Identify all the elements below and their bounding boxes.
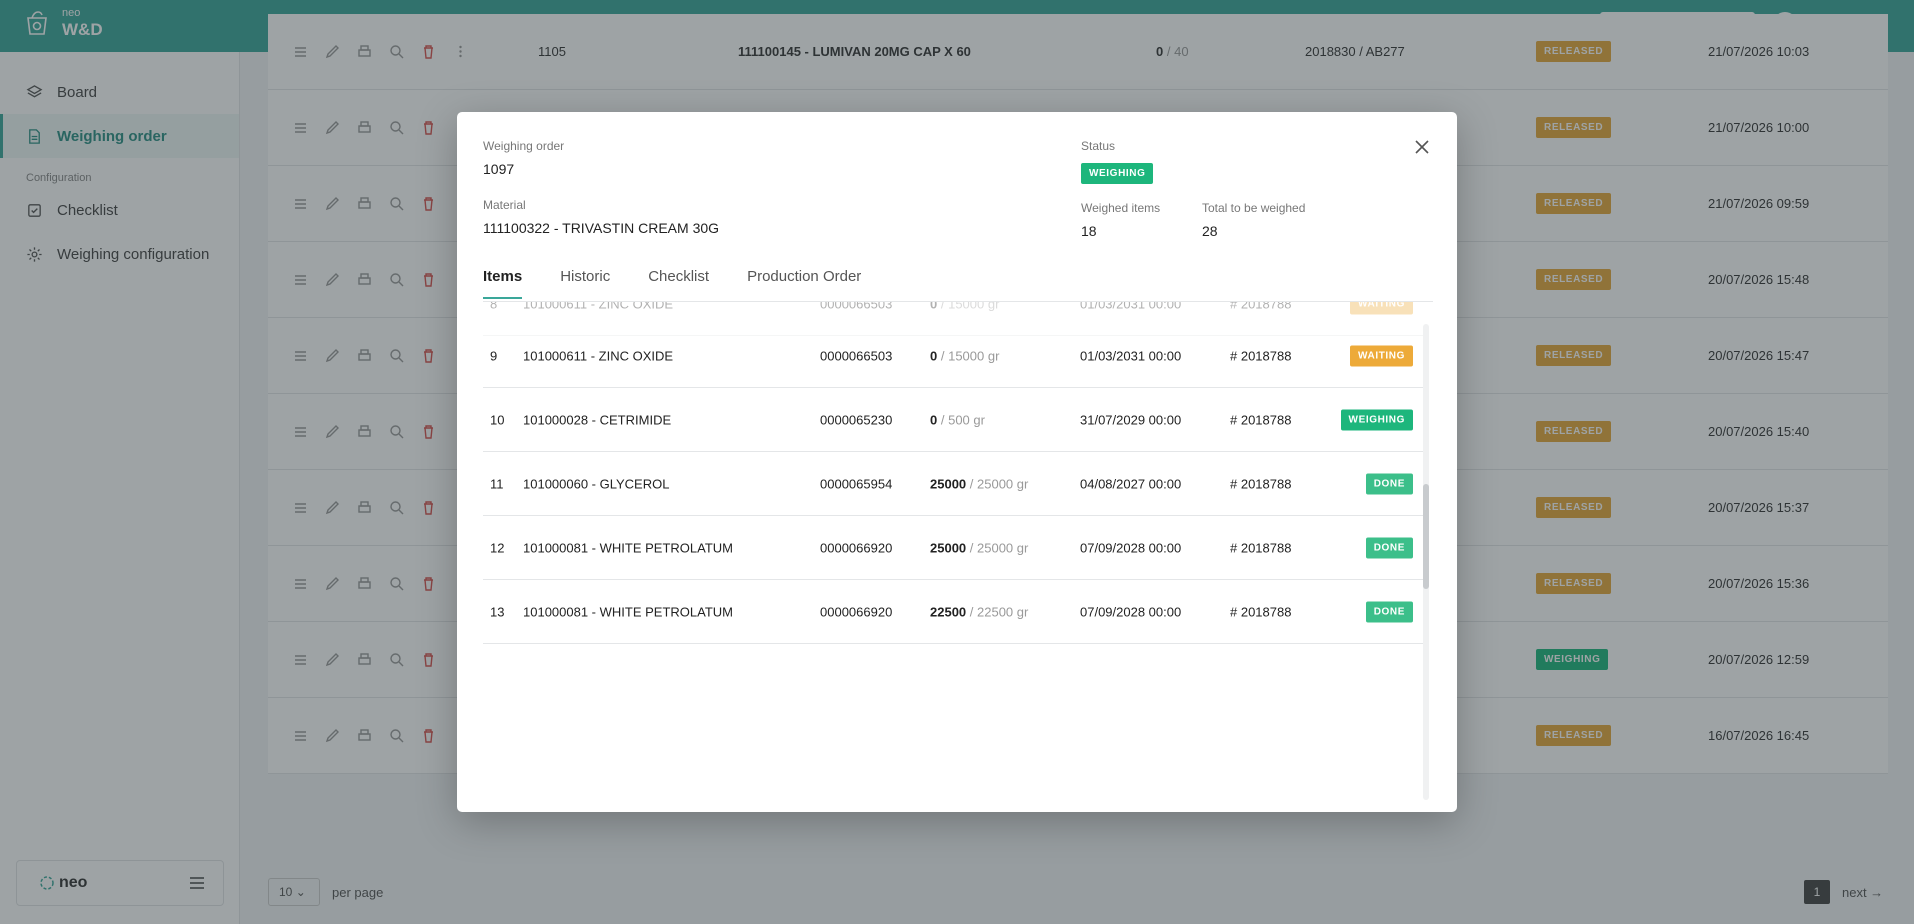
item-expiry: 07/09/2028 00:00	[1080, 540, 1182, 555]
item-number: 10	[490, 412, 505, 427]
item-quantity: 25000 / 25000 gr	[930, 476, 1029, 491]
list-item[interactable]: 11 101000060 - GLYCEROL 0000065954 25000…	[483, 452, 1423, 516]
material-value: 111100322 - TRIVASTIN CREAM 30G	[483, 220, 720, 236]
item-number: 11	[490, 476, 504, 491]
item-material: 101000611 - ZINC OXIDE	[523, 348, 674, 363]
scrollbar-thumb[interactable]	[1423, 484, 1429, 589]
total-to-weigh-value: 28	[1202, 223, 1218, 239]
item-number: 9	[490, 348, 498, 363]
items-list[interactable]: 8 101000611 - ZINC OXIDE 0000066503 0 / …	[483, 302, 1423, 772]
total-to-weigh-label: Total to be weighed	[1202, 201, 1306, 215]
item-quantity: 0 / 15000 gr	[930, 348, 1000, 363]
weighed-items-value: 18	[1081, 223, 1097, 239]
item-batch: 0000066920	[820, 540, 893, 555]
item-number: 12	[490, 540, 505, 555]
item-batch: 0000066920	[820, 604, 893, 619]
item-material: 101000060 - GLYCEROL	[523, 476, 670, 491]
items-scrollbar[interactable]	[1423, 324, 1429, 800]
item-quantity: 0 / 15000 gr	[930, 302, 1000, 311]
list-item[interactable]: 10 101000028 - CETRIMIDE 0000065230 0 / …	[483, 388, 1423, 452]
close-icon[interactable]	[1412, 137, 1432, 157]
weighed-items-label: Weighed items	[1081, 201, 1161, 215]
tab-checklist[interactable]: Checklist	[648, 268, 709, 299]
item-status-badge: WEIGHING	[1340, 409, 1413, 430]
item-status-badge: DONE	[1365, 601, 1413, 622]
item-reference: # 2018788	[1230, 412, 1292, 427]
item-reference: # 2018788	[1230, 540, 1292, 555]
item-status-badge: DONE	[1365, 473, 1413, 494]
material-label: Material	[483, 198, 526, 212]
item-batch: 0000065954	[820, 476, 893, 491]
item-material: 101000611 - ZINC OXIDE	[523, 302, 674, 311]
order-value: 1097	[483, 161, 515, 177]
item-expiry: 07/09/2028 00:00	[1080, 604, 1182, 619]
item-reference: # 2018788	[1230, 348, 1292, 363]
item-batch: 0000066503	[820, 302, 893, 311]
list-item[interactable]: 13 101000081 - WHITE PETROLATUM 00000669…	[483, 580, 1423, 644]
item-batch: 0000065230	[820, 412, 893, 427]
modal-tabs: Items Historic Checklist Production Orde…	[483, 268, 861, 299]
item-reference: # 2018788	[1230, 302, 1292, 311]
item-material: 101000028 - CETRIMIDE	[523, 412, 672, 427]
item-expiry: 04/08/2027 00:00	[1080, 476, 1182, 491]
item-quantity: 25000 / 25000 gr	[930, 540, 1029, 555]
status-label: Status	[1081, 139, 1116, 153]
item-status-badge: DONE	[1365, 537, 1413, 558]
order-label: Weighing order	[483, 139, 565, 153]
item-quantity: 22500 / 22500 gr	[930, 604, 1029, 619]
item-material: 101000081 - WHITE PETROLATUM	[523, 604, 733, 619]
item-reference: # 2018788	[1230, 476, 1292, 491]
item-quantity: 0 / 500 gr	[930, 412, 985, 427]
item-expiry: 31/07/2029 00:00	[1080, 412, 1182, 427]
item-expiry: 01/03/2031 00:00	[1080, 302, 1182, 311]
item-material: 101000081 - WHITE PETROLATUM	[523, 540, 733, 555]
item-batch: 0000066503	[820, 348, 893, 363]
tab-production-order[interactable]: Production Order	[747, 268, 861, 299]
item-status-badge: WAITING	[1350, 345, 1413, 366]
item-expiry: 01/03/2031 00:00	[1080, 348, 1182, 363]
item-status-badge: WAITING	[1350, 302, 1413, 314]
weighing-order-modal: Weighing order 1097 Material 111100322 -…	[457, 112, 1457, 812]
tab-historic[interactable]: Historic	[560, 268, 610, 299]
tab-items[interactable]: Items	[483, 268, 523, 299]
list-item[interactable]: 9 101000611 - ZINC OXIDE 0000066503 0 / …	[483, 324, 1423, 388]
list-item[interactable]: 12 101000081 - WHITE PETROLATUM 00000669…	[483, 516, 1423, 580]
item-number: 13	[490, 604, 505, 619]
item-number: 8	[490, 302, 498, 311]
status-badge: WEIGHING	[1081, 163, 1154, 184]
item-reference: # 2018788	[1230, 604, 1292, 619]
